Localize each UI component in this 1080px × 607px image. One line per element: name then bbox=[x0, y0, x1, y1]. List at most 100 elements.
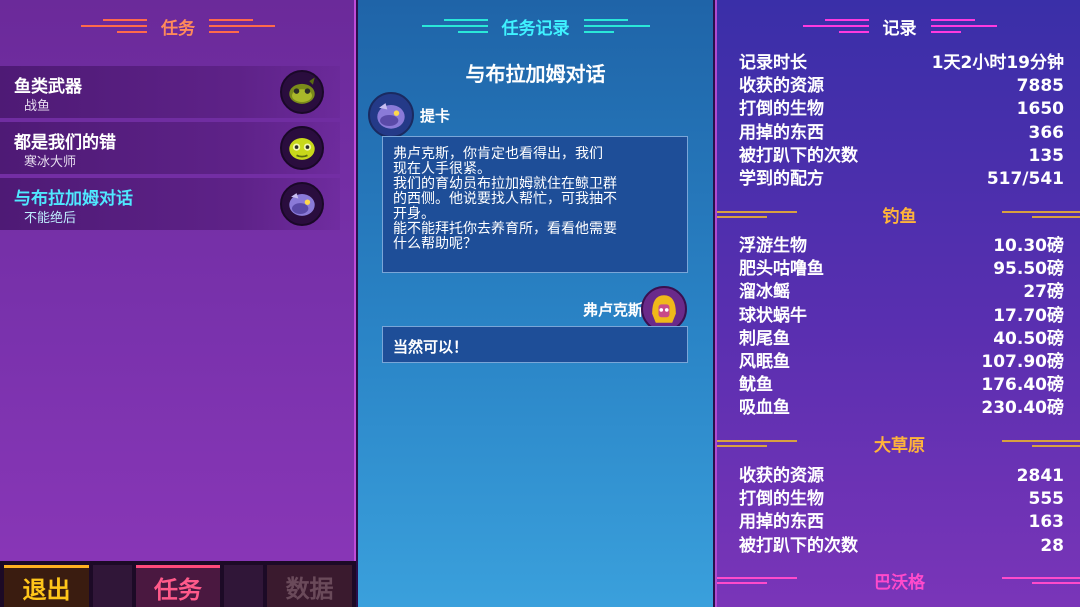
quit-button[interactable]: 退出 bbox=[4, 565, 89, 607]
stat-row: 吸血鱼 230.40磅 bbox=[739, 397, 1064, 420]
stat-value: 230.40磅 bbox=[981, 398, 1064, 419]
stat-row: 学到的配方 517/541 bbox=[739, 168, 1064, 191]
stat-value: 135 bbox=[1028, 145, 1065, 166]
stat-row: 记录时长 1天2小时19分钟 bbox=[739, 52, 1064, 75]
stat-label: 鱿鱼 bbox=[739, 375, 773, 396]
stat-label: 收获的资源 bbox=[739, 466, 824, 486]
tab-data[interactable]: 数据 bbox=[267, 565, 353, 607]
section-title: 巴沃格 bbox=[874, 572, 925, 593]
stat-row: 被打趴下的次数 135 bbox=[739, 145, 1064, 168]
nav-divider bbox=[224, 565, 264, 607]
records-header: 记录 bbox=[717, 0, 1080, 52]
quest-item[interactable]: 都是我们的错 寒冰大师 bbox=[0, 122, 340, 174]
stat-row: 球状蜗牛 17.70磅 bbox=[739, 305, 1064, 328]
quest-name: 与布拉加姆对话 bbox=[14, 189, 133, 209]
stat-value: 1天2小时19分钟 bbox=[931, 53, 1064, 73]
quest-giver: 不能绝后 bbox=[24, 211, 77, 226]
quest-item-selected[interactable]: 与布拉加姆对话 不能绝后 bbox=[0, 178, 340, 230]
header-decoration-left bbox=[77, 19, 147, 33]
stat-value: 7885 bbox=[1016, 76, 1064, 97]
header-decoration-right bbox=[583, 19, 654, 33]
stat-label: 用掉的东西 bbox=[739, 122, 824, 143]
stat-value: 27磅 bbox=[1023, 282, 1064, 303]
stat-row: 肥头咕噜鱼 95.50磅 bbox=[739, 258, 1064, 281]
speaker-name: 弗卢克斯 bbox=[583, 301, 644, 319]
purple-fish-portrait-icon bbox=[368, 92, 414, 138]
stat-value: 1650 bbox=[1016, 99, 1064, 120]
stat-label: 被打趴下的次数 bbox=[739, 535, 858, 556]
stat-value: 163 bbox=[1028, 512, 1065, 533]
section-decoration bbox=[717, 576, 860, 584]
stat-label: 被打趴下的次数 bbox=[739, 145, 858, 166]
purple-fish-creature-icon bbox=[280, 182, 324, 226]
section-decoration bbox=[939, 439, 1080, 447]
section-header-fishing: 钓鱼 bbox=[717, 201, 1080, 227]
quest-giver: 战鱼 bbox=[24, 99, 51, 114]
yellow-green-fish-creature-icon bbox=[280, 126, 324, 170]
stat-value: 10.30磅 bbox=[993, 236, 1064, 256]
stat-row: 打倒的生物 555 bbox=[739, 488, 1064, 511]
section-decoration bbox=[931, 210, 1080, 218]
green-fish-creature-icon bbox=[280, 70, 324, 114]
stat-label: 收获的资源 bbox=[739, 76, 824, 97]
stat-value: 555 bbox=[1028, 489, 1065, 510]
stat-row: 浮游生物 10.30磅 bbox=[739, 235, 1064, 258]
speaker-name: 提卡 bbox=[420, 107, 451, 125]
stat-label: 记录时长 bbox=[739, 53, 807, 73]
section-header-grassland: 大草原 bbox=[717, 430, 1080, 456]
nav-divider bbox=[92, 565, 132, 607]
stat-row: 溜冰鳐 27磅 bbox=[739, 281, 1064, 304]
header-decoration-right bbox=[930, 19, 1001, 33]
quest-list-panel: 任务 鱼类武器 战鱼 都是我们的错 寒冰大师 与布拉加姆对话 不能绝后 退出 任… bbox=[0, 0, 356, 607]
stat-value: 95.50磅 bbox=[993, 259, 1064, 280]
stat-label: 打倒的生物 bbox=[739, 489, 824, 510]
quest-list: 鱼类武器 战鱼 都是我们的错 寒冰大师 与布拉加姆对话 不能绝后 bbox=[0, 66, 340, 234]
stat-value: 366 bbox=[1028, 122, 1065, 143]
dialog-message: 弗卢克斯，你肯定也看得出，我们 现在人手很紧。 我们的育幼员布拉加姆就住在鲸卫群… bbox=[382, 136, 688, 273]
quest-name: 都是我们的错 bbox=[14, 133, 116, 153]
stat-label: 刺尾鱼 bbox=[739, 328, 790, 349]
stat-value: 517/541 bbox=[986, 168, 1064, 189]
stat-row: 刺尾鱼 40.50磅 bbox=[739, 328, 1064, 351]
stat-value: 2841 bbox=[1016, 466, 1064, 486]
section-decoration bbox=[717, 210, 869, 218]
quest-log-title: 任务记录 bbox=[501, 18, 570, 39]
stat-row: 风眠鱼 107.90磅 bbox=[739, 351, 1064, 374]
tab-quests[interactable]: 任务 bbox=[135, 565, 221, 607]
section-title: 钓鱼 bbox=[882, 206, 917, 227]
header-decoration-left bbox=[799, 19, 869, 33]
stat-label: 学到的配方 bbox=[739, 168, 824, 189]
stat-label: 溜冰鳐 bbox=[739, 282, 790, 303]
grassland-stats: 收获的资源 2841 打倒的生物 555 用掉的东西 163 被打趴下的次数 28 bbox=[739, 465, 1064, 558]
stat-value: 107.90磅 bbox=[981, 351, 1064, 372]
quest-panel-header: 任务 bbox=[0, 0, 356, 52]
quest-name: 鱼类武器 bbox=[14, 77, 82, 97]
general-stats: 记录时长 1天2小时19分钟 收获的资源 7885 打倒的生物 1650 用掉的东西 3… bbox=[739, 52, 1064, 191]
section-decoration bbox=[717, 439, 860, 447]
records-title: 记录 bbox=[882, 18, 917, 39]
bottom-nav: 退出 任务 数据 bbox=[0, 561, 356, 607]
stat-label: 肥头咕噜鱼 bbox=[739, 259, 824, 280]
stat-value: 17.70磅 bbox=[993, 305, 1064, 326]
quest-log-panel: 任务记录 与布拉加姆对话 提卡 弗卢克斯，你肯定也看得出，我们 现在人手很紧。 … bbox=[358, 0, 713, 607]
stat-label: 吸血鱼 bbox=[739, 398, 790, 419]
stat-row: 被打趴下的次数 28 bbox=[739, 535, 1064, 558]
stat-row: 收获的资源 2841 bbox=[739, 465, 1064, 488]
records-panel: 记录 记录时长 1天2小时19分钟 收获的资源 7885 打倒的生物 1650 用掉的… bbox=[715, 0, 1080, 607]
stat-value: 28 bbox=[1040, 535, 1064, 556]
stat-row: 用掉的东西 366 bbox=[739, 122, 1064, 145]
stat-label: 用掉的东西 bbox=[739, 512, 824, 533]
stat-value: 176.40磅 bbox=[981, 375, 1064, 396]
stat-label: 打倒的生物 bbox=[739, 99, 824, 120]
fishing-stats: 浮游生物 10.30磅 肥头咕噜鱼 95.50磅 溜冰鳐 27磅 球状蜗牛 17.70磅… bbox=[739, 235, 1064, 421]
header-decoration-right bbox=[209, 19, 279, 33]
section-header-bavog: 巴沃格 bbox=[717, 567, 1080, 593]
stat-label: 球状蜗牛 bbox=[739, 305, 807, 326]
quest-item[interactable]: 鱼类武器 战鱼 bbox=[0, 66, 340, 118]
dialog-reply: 当然可以！ bbox=[382, 326, 688, 363]
quest-log-header: 任务记录 bbox=[358, 0, 713, 52]
stat-row: 收获的资源 7885 bbox=[739, 75, 1064, 98]
stat-row: 用掉的东西 163 bbox=[739, 511, 1064, 534]
stat-row: 鱿鱼 176.40磅 bbox=[739, 374, 1064, 397]
quest-panel-title: 任务 bbox=[161, 18, 195, 39]
